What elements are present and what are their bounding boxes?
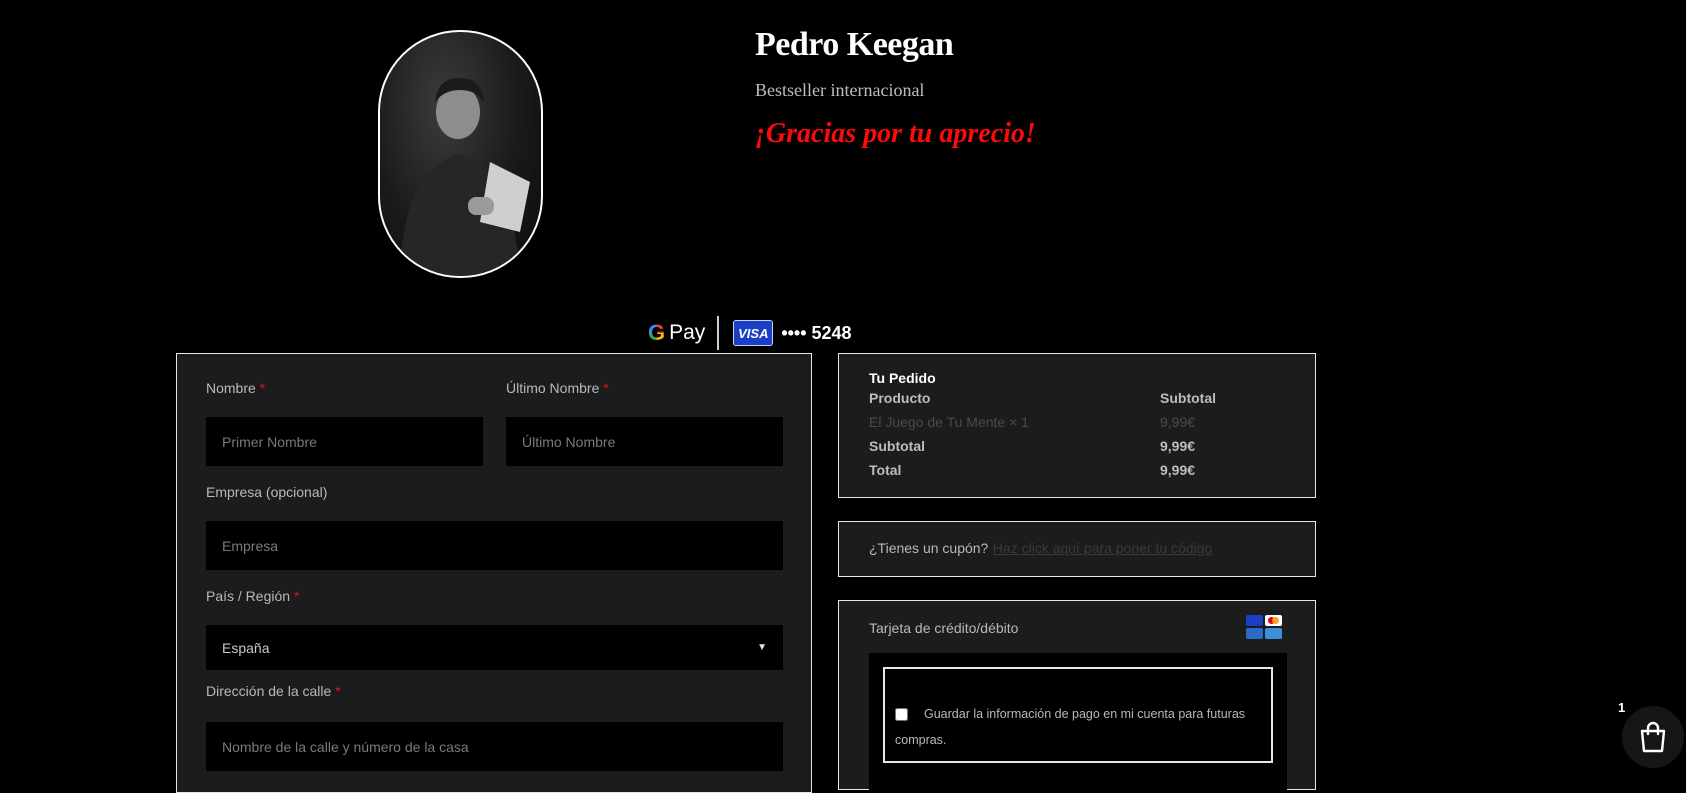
save-payment-checkbox[interactable] (895, 708, 908, 722)
card-payment-box: Tarjeta de crédito/débito Guardar la inf… (838, 600, 1316, 791)
save-payment-row: Guardar la información de pago en mi cue… (895, 701, 1255, 753)
divider (717, 316, 720, 350)
card-brand-icons (1246, 615, 1282, 639)
google-g-icon: G (648, 320, 666, 345)
first-name-label-text: Nombre (206, 380, 256, 396)
country-value: España (222, 639, 270, 656)
save-payment-text: Guardar la información de pago en mi cue… (895, 707, 1246, 747)
required-marker: * (335, 683, 341, 699)
visa-card-icon: VISA (733, 320, 774, 346)
google-pay-button[interactable]: G Pay (648, 320, 705, 346)
subtotal-label: Subtotal (869, 438, 925, 454)
card-generic-icon (1265, 628, 1282, 639)
coupon-box: ¿Tienes un cupón? Haz click aquí para po… (838, 521, 1316, 577)
author-photo (378, 30, 543, 278)
author-portrait-image (400, 77, 530, 276)
product-header: Producto (869, 390, 931, 406)
order-title: Tu Pedido (869, 370, 936, 386)
required-marker: * (603, 380, 609, 396)
total-value: 9,99€ (1160, 462, 1196, 478)
card-form-area: Guardar la información de pago en mi cue… (869, 653, 1287, 791)
subtotal-header: Subtotal (1160, 390, 1216, 406)
subtotal-value: 9,99€ (1160, 438, 1196, 454)
required-marker: * (259, 380, 266, 396)
item-name: El Juego de Tu Mente (869, 414, 1006, 430)
amex-icon (1246, 628, 1263, 639)
country-select[interactable]: España ▼ (206, 625, 783, 670)
order-item-name: El Juego de Tu Mente × 1 (869, 414, 1029, 430)
coupon-row: ¿Tienes un cupón? Haz click aquí para po… (869, 540, 1212, 558)
thanks-message: ¡Gracias por tu aprecio! (755, 118, 1036, 149)
last-name-input[interactable] (506, 417, 783, 466)
last-name-label: Último Nombre * (506, 380, 609, 396)
order-item-price: 9,99€ (1160, 414, 1196, 430)
coupon-question: ¿Tienes un cupón? (869, 540, 989, 556)
card-last-digits: •••• 5248 (781, 322, 852, 343)
country-label-text: País / Región (206, 588, 291, 604)
total-label: Total (869, 462, 902, 478)
author-name: Pedro Keegan (755, 26, 954, 63)
coupon-link[interactable]: Haz click aquí para poner tu código (993, 540, 1212, 556)
company-label: Empresa (opcional) (206, 484, 328, 500)
cart-button[interactable] (1622, 706, 1684, 768)
country-label: País / Región * (206, 588, 299, 604)
billing-form: Nombre * Último Nombre * Empresa (opcion… (176, 353, 812, 793)
required-marker: * (293, 588, 300, 604)
cart-count-badge: 1 (1618, 700, 1626, 715)
express-payment-strip[interactable]: G Pay VISA •••• 5248 (648, 316, 852, 350)
item-qty: × 1 (1005, 414, 1029, 430)
street-label-text: Dirección de la calle (206, 683, 332, 699)
first-name-input[interactable] (206, 417, 483, 466)
card-payment-title: Tarjeta de crédito/débito (869, 620, 1019, 636)
save-payment-option[interactable]: Guardar la información de pago en mi cue… (883, 667, 1273, 763)
mastercard-icon (1265, 615, 1282, 626)
first-name-label: Nombre * (206, 380, 265, 396)
chevron-down-icon: ▼ (757, 642, 767, 653)
visa-icon (1246, 615, 1263, 626)
street-input[interactable] (206, 722, 783, 771)
last-name-label-text: Último Nombre (506, 380, 600, 396)
company-input[interactable] (206, 521, 783, 570)
shopping-bag-icon (1640, 721, 1666, 753)
street-label: Dirección de la calle * (206, 683, 341, 699)
gpay-label: Pay (669, 321, 706, 344)
author-subtitle: Bestseller internacional (755, 80, 925, 100)
order-summary: Tu Pedido Producto Subtotal El Juego de … (838, 353, 1316, 498)
